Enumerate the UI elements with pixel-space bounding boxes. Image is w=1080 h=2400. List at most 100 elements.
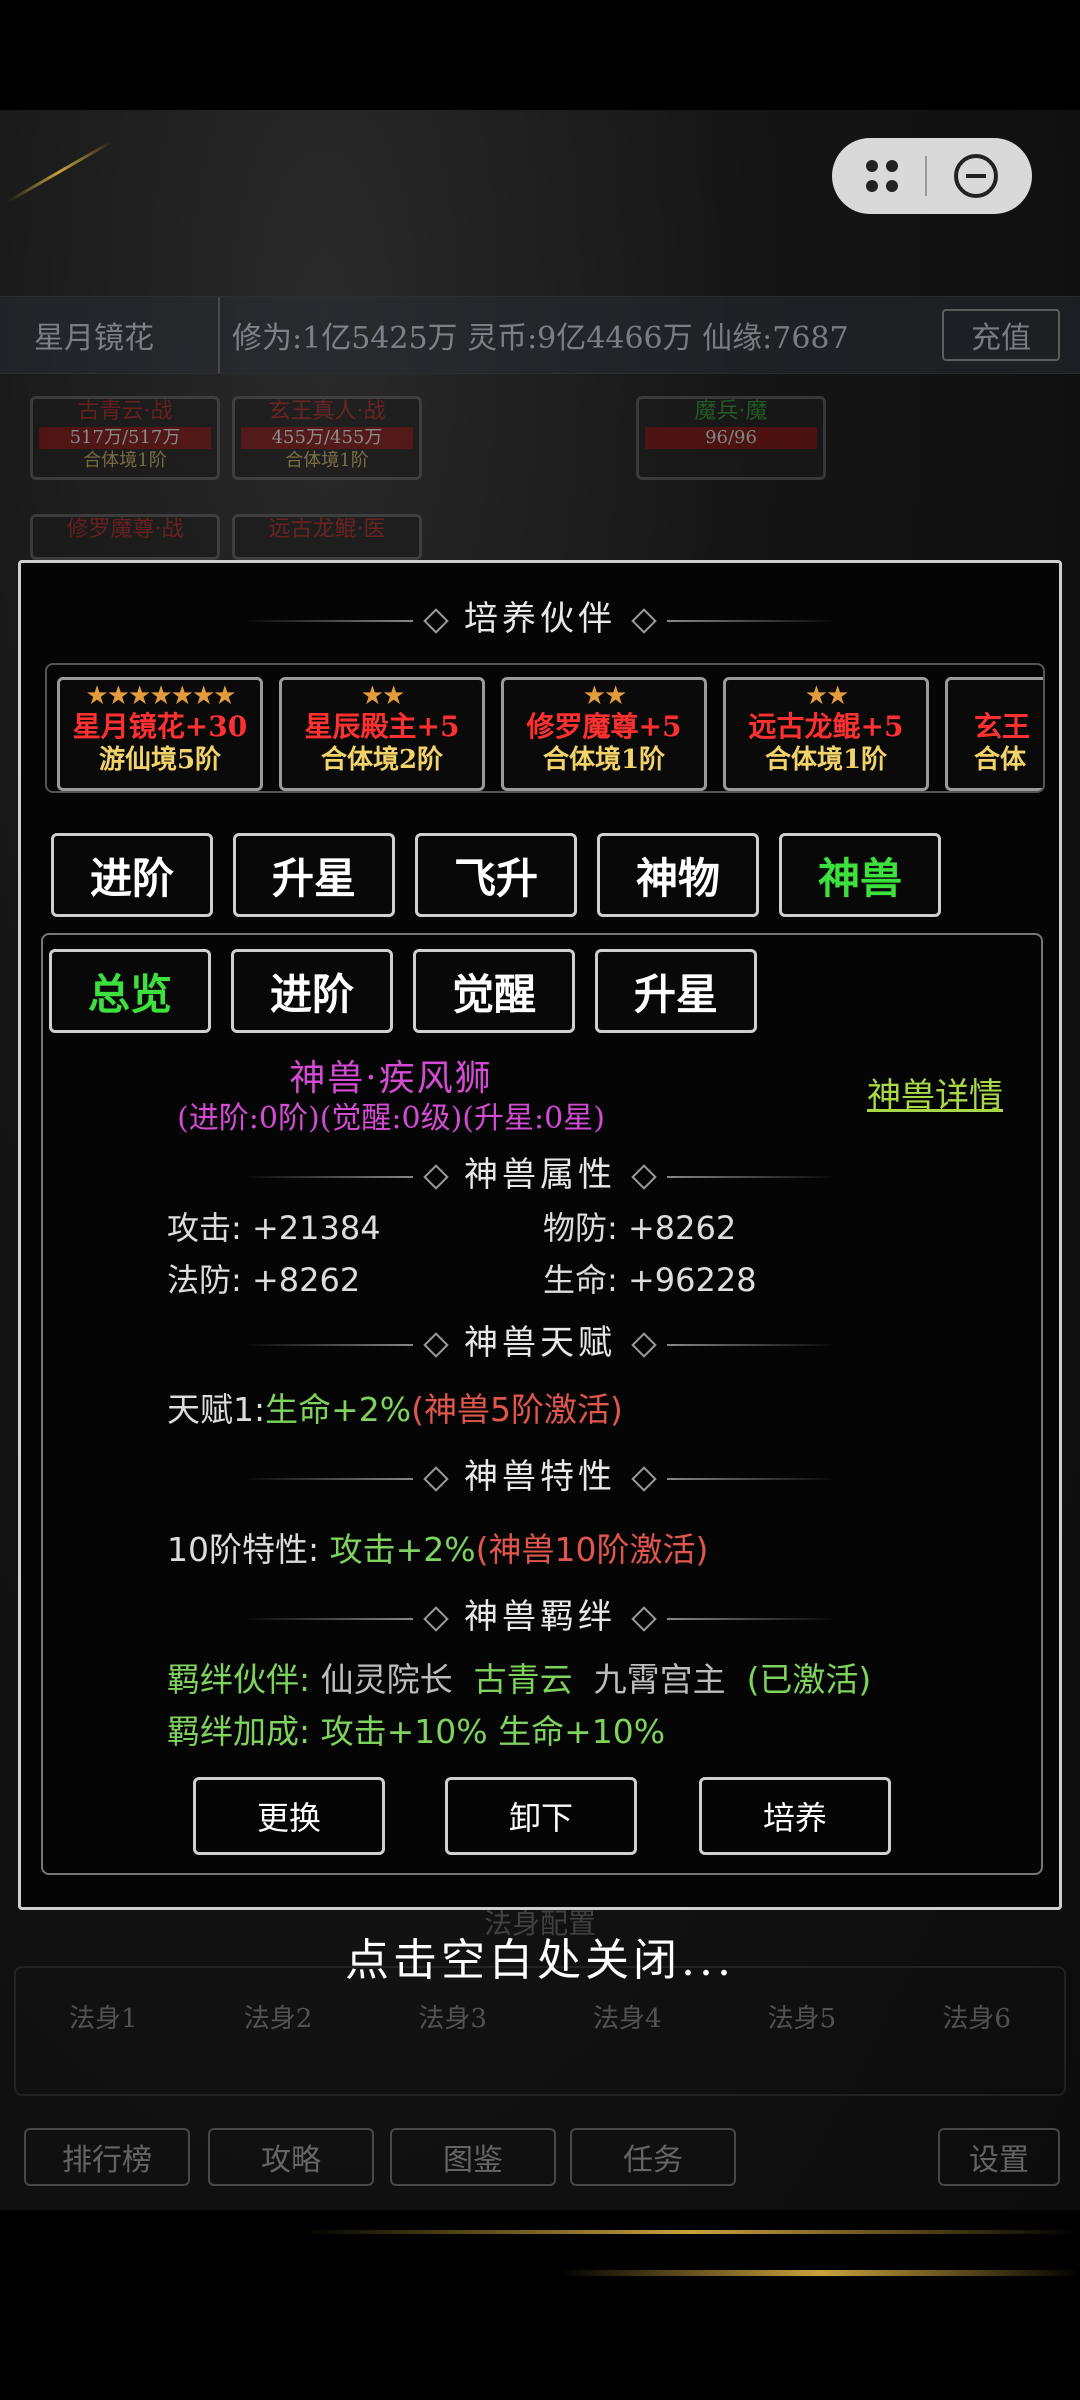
slot-level: 合体境1阶: [83, 450, 167, 471]
slot-hp: 455万/455万: [241, 427, 413, 449]
subtab-star-up[interactable]: 升星: [595, 949, 757, 1033]
guide-button[interactable]: 攻略: [208, 2128, 374, 2186]
close-hint[interactable]: 点击空白处关闭...: [0, 1924, 1080, 1988]
player-name: 星月镜花: [0, 297, 220, 373]
team-slot[interactable]: 玄王真人·战 455万/455万 合体境1阶: [232, 396, 422, 480]
fashen-slot[interactable]: 法身3: [418, 1998, 487, 2035]
trait-condition: (神兽10阶激活): [475, 1530, 709, 1569]
beast-levels: (进阶:0阶)(觉醒:0级)(升星:0星): [177, 1101, 605, 1136]
fashen-slot[interactable]: 法身6: [942, 1998, 1011, 2035]
partner-level: 合体境1阶: [542, 745, 666, 775]
attr-attack: 攻击: +21384: [167, 1209, 381, 1247]
section-attributes: 神兽属性: [21, 1147, 1059, 1196]
fashen-slot[interactable]: 法身2: [244, 1998, 313, 2035]
bond-bonus-label: 羁绊加成:: [167, 1712, 321, 1751]
partner-card[interactable]: ★★ 星辰殿主+5 合体境2阶: [279, 677, 485, 791]
minimize-icon[interactable]: [954, 154, 999, 198]
title-ornament: [243, 1344, 414, 1346]
star-rating: ★: [948, 682, 1043, 710]
title-ornament: [243, 1478, 414, 1480]
talent-line: 天赋1:生命+2%(神兽5阶激活): [167, 1383, 623, 1431]
team-slot[interactable]: 古青云·战 517万/517万 合体境1阶: [30, 396, 220, 480]
attr-magic-defense: 法防: +8262: [167, 1261, 361, 1299]
bottom-menu: 排行榜 攻略 图鉴 任务 设置: [24, 2128, 1060, 2188]
slot-hp: 96/96: [645, 427, 817, 449]
team-slot[interactable]: 远古龙鲲·医: [232, 514, 422, 560]
slot-name: 远古龙鲲·医: [268, 517, 386, 542]
replace-button[interactable]: 更换: [193, 1777, 385, 1855]
partner-card[interactable]: ★★ 修罗魔尊+5 合体境1阶: [501, 677, 707, 791]
title-ornament: [666, 1344, 837, 1346]
tab-advance[interactable]: 进阶: [51, 833, 213, 917]
section-title-text: 神兽属性: [464, 1155, 616, 1195]
subtab-advance[interactable]: 进阶: [231, 949, 393, 1033]
star-rating: ★★★★★★★: [85, 681, 236, 711]
tab-divine-beast[interactable]: 神兽: [779, 833, 941, 917]
partner-level: 合体: [974, 745, 1027, 775]
diamond-icon: [423, 1332, 449, 1358]
slot-name: 玄王真人·战: [268, 399, 386, 424]
bottom-decoration-area: [0, 2210, 1080, 2400]
team-slot[interactable]: 魔兵·魔 96/96: [636, 396, 826, 480]
diamond-icon: [423, 608, 449, 634]
tab-star-up[interactable]: 升星: [233, 833, 395, 917]
title-ornament: [666, 1478, 837, 1480]
slot-hp: 517万/517万: [39, 427, 211, 449]
bond-partner-3: 九霄宫主: [593, 1660, 726, 1699]
partner-card[interactable]: ★★ 远古龙鲲+5 合体境1阶: [723, 677, 929, 791]
task-button[interactable]: 任务: [570, 2128, 736, 2186]
star-rating: ★★: [360, 681, 406, 711]
partner-name: 远古龙鲲+5: [748, 710, 904, 743]
section-talent: 神兽天赋: [21, 1315, 1059, 1364]
trait-label: 10阶特性:: [167, 1530, 330, 1569]
diamond-icon: [423, 1606, 449, 1632]
diamond-icon: [423, 1466, 449, 1492]
fashen-slot[interactable]: 法身4: [593, 1998, 662, 2035]
fashen-slot[interactable]: 法身1: [69, 1998, 138, 2035]
bond-partner-label: 羁绊伙伴:: [167, 1660, 321, 1699]
partner-level: 游仙境5阶: [98, 745, 222, 775]
codex-button[interactable]: 图鉴: [390, 2128, 556, 2186]
player-stats: 修为:1亿5425万 灵币:9亿4466万 仙缘:7687: [232, 321, 849, 356]
recharge-button[interactable]: 充值: [942, 309, 1060, 361]
diamond-icon: [631, 1466, 657, 1492]
unequip-button[interactable]: 卸下: [445, 1777, 637, 1855]
subtab-awaken[interactable]: 觉醒: [413, 949, 575, 1033]
slot-level: 合体境1阶: [285, 450, 369, 471]
more-dots-icon[interactable]: [865, 160, 898, 192]
fashen-slot[interactable]: 法身5: [768, 1998, 837, 2035]
bond-bonus: 攻击+10% 生命+10%: [320, 1712, 666, 1751]
title-ornament: [666, 1618, 837, 1620]
title-ornament: [243, 1176, 414, 1178]
team-slot[interactable]: 修罗魔尊·战: [30, 514, 220, 560]
ranking-button[interactable]: 排行榜: [24, 2128, 190, 2186]
title-ornament: [243, 620, 414, 622]
bond-partner-1: 仙灵院长: [320, 1660, 453, 1699]
partner-list: ★★★★★★★ 星月镜花+30 游仙境5阶 ★★ 星辰殿主+5 合体境2阶 ★★…: [45, 663, 1045, 793]
title-ornament: [666, 1176, 837, 1178]
talent-label: 天赋1:: [167, 1390, 266, 1429]
tab-divine-item[interactable]: 神物: [597, 833, 759, 917]
title-ornament: [666, 620, 837, 622]
partner-name: 修罗魔尊+5: [526, 710, 682, 743]
diamond-icon: [631, 1332, 657, 1358]
partner-name: 星辰殿主+5: [304, 710, 460, 743]
attr-hp: 生命: +96228: [543, 1261, 757, 1299]
bond-partner-2: 古青云: [473, 1660, 573, 1699]
bond-bonus-line: 羁绊加成: 攻击+10% 生命+10%: [167, 1705, 665, 1753]
slot-name: 修罗魔尊·战: [66, 517, 184, 542]
section-trait: 神兽特性: [21, 1449, 1059, 1498]
partner-level: 合体境1阶: [764, 745, 888, 775]
talent-condition: (神兽5阶激活): [411, 1390, 623, 1429]
tab-ascend[interactable]: 飞升: [415, 833, 577, 917]
settings-button[interactable]: 设置: [938, 2128, 1060, 2186]
partner-card[interactable]: ★★★★★★★ 星月镜花+30 游仙境5阶: [57, 677, 263, 791]
beast-detail-link[interactable]: 神兽详情: [867, 1068, 1003, 1117]
trait-effect: 攻击+2%: [329, 1530, 476, 1569]
capsule-menu: [832, 138, 1032, 214]
cultivate-button[interactable]: 培养: [699, 1777, 891, 1855]
section-bond: 神兽羁绊: [21, 1589, 1059, 1638]
partner-card[interactable]: ★ 玄王 合体: [945, 677, 1043, 791]
bond-partners-line: 羁绊伙伴: 仙灵院长 古青云 九霄宫主 (已激活): [167, 1653, 871, 1701]
subtab-overview[interactable]: 总览: [49, 949, 211, 1033]
